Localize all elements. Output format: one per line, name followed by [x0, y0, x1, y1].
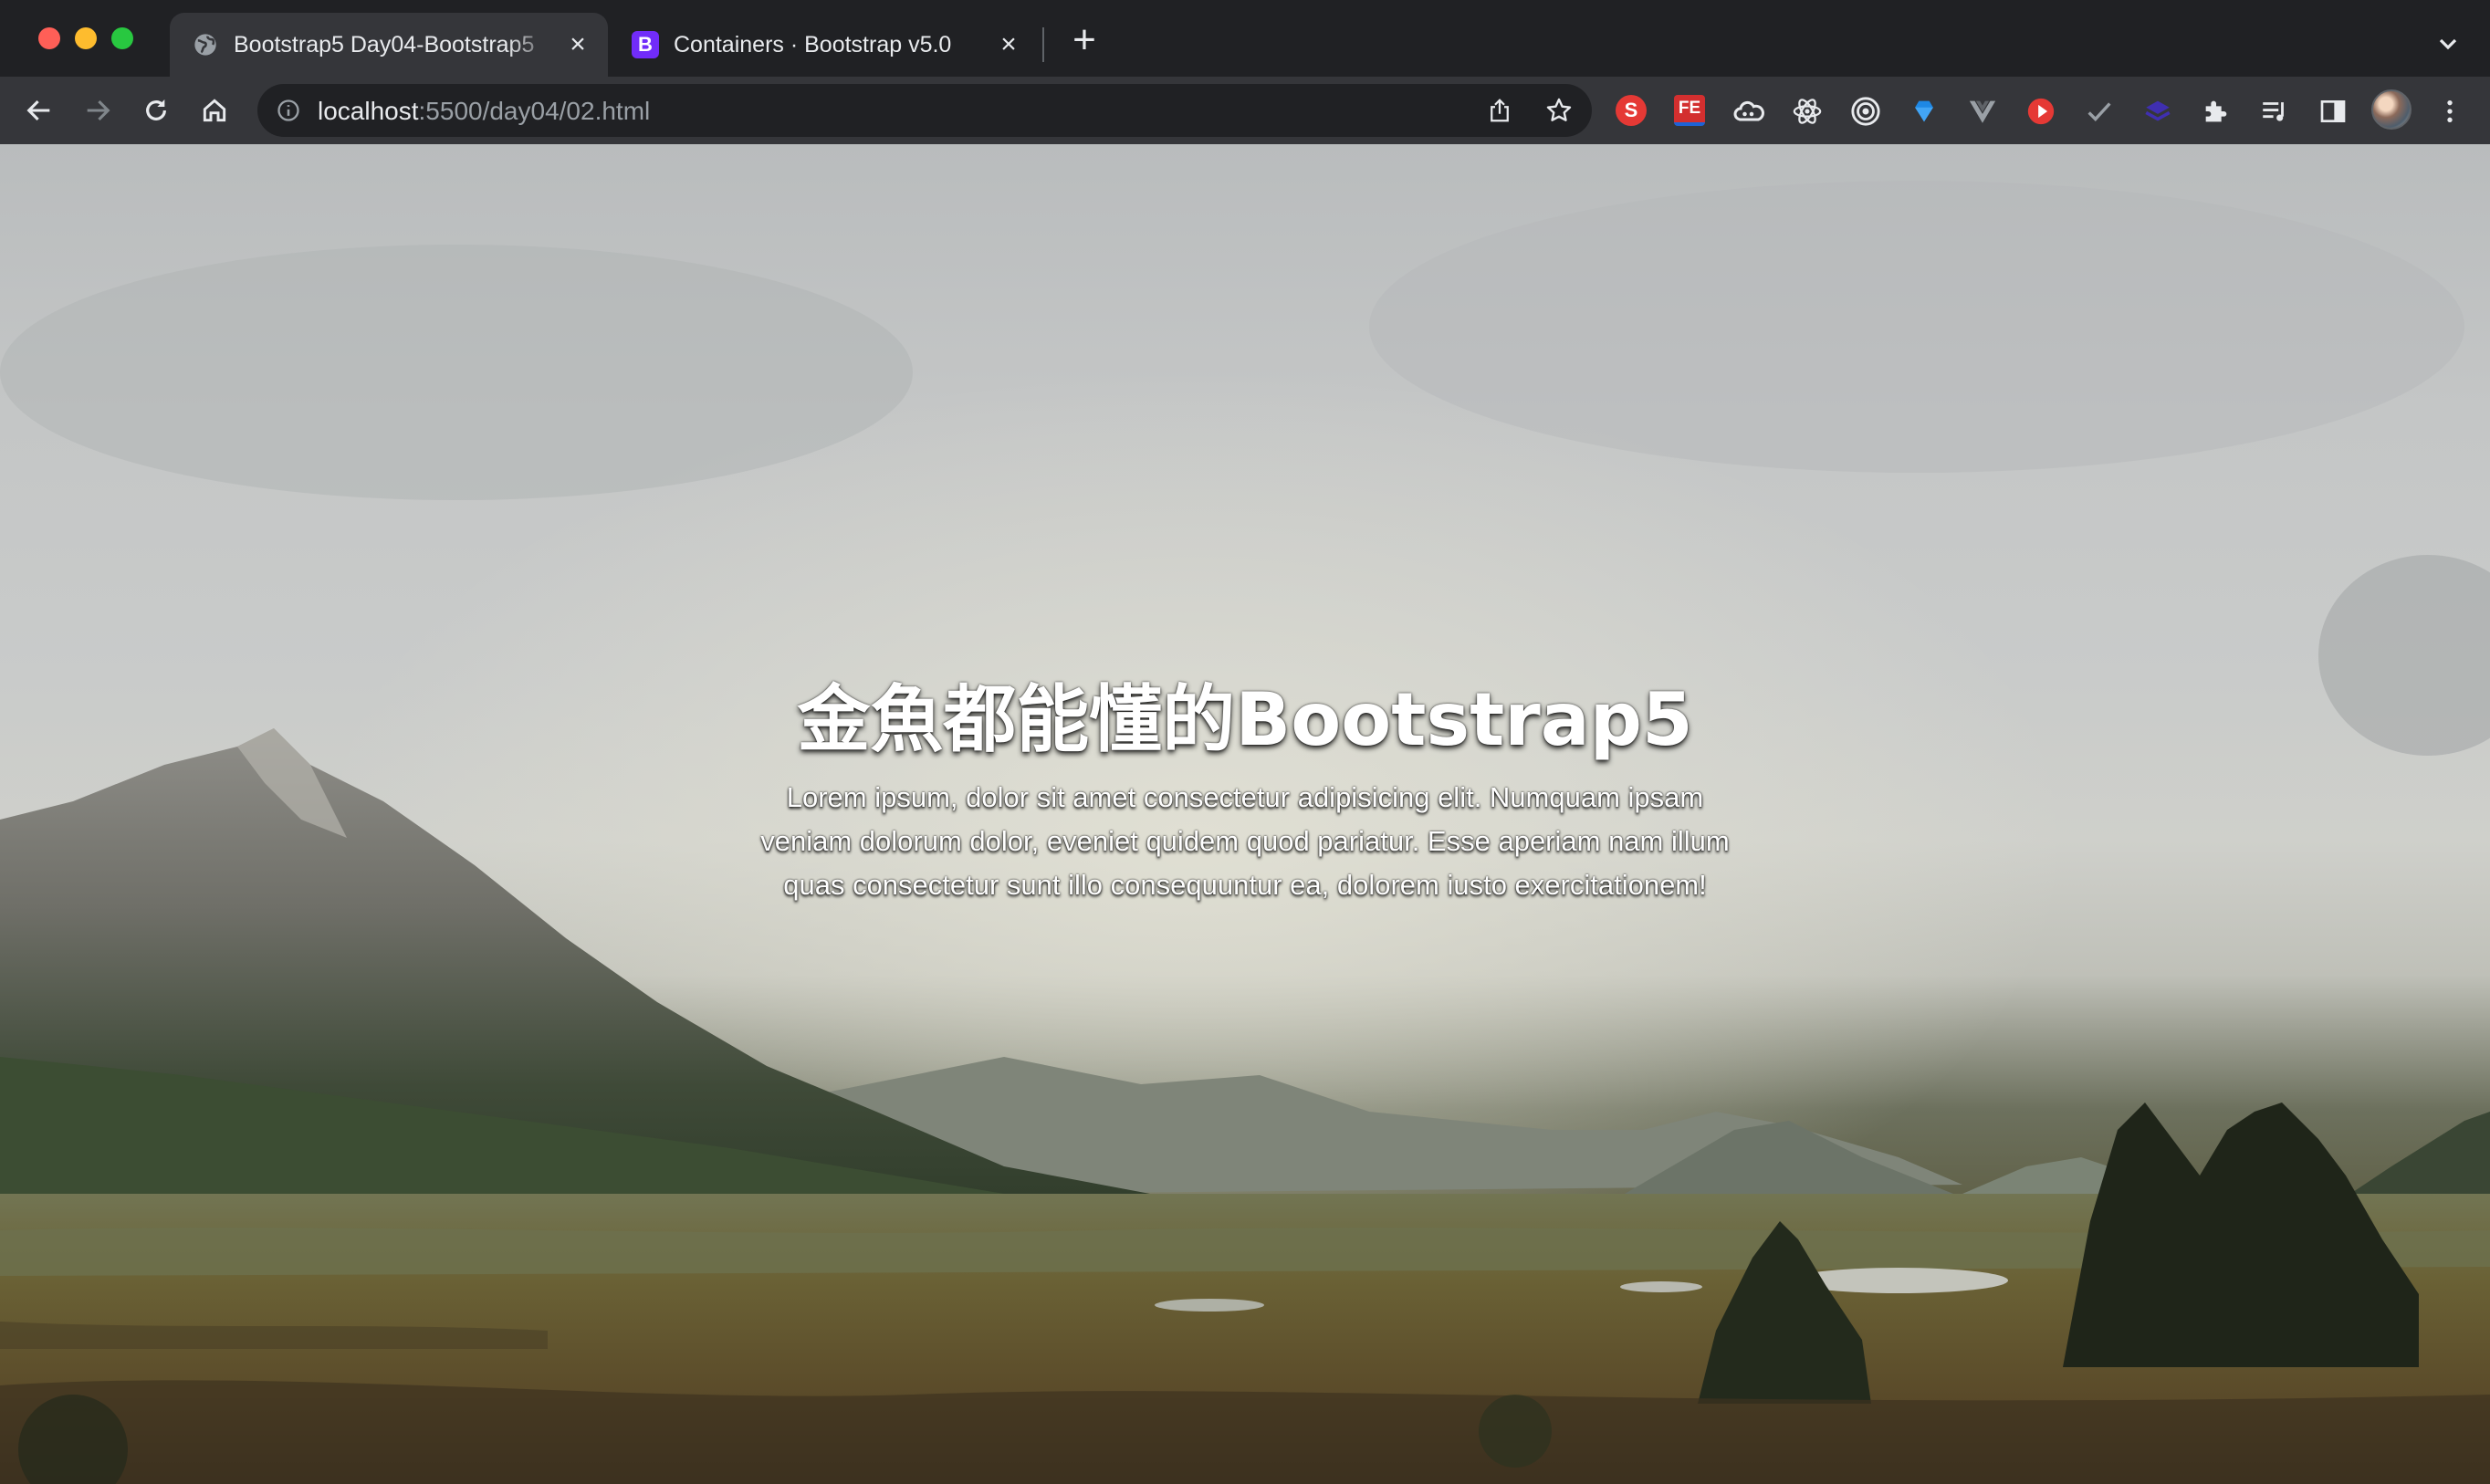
back-arrow-icon[interactable] — [22, 93, 57, 128]
url-text: localhost:5500/day04/02.html — [318, 97, 651, 125]
new-tab-button[interactable]: + — [1066, 20, 1103, 60]
bookmark-star-icon[interactable] — [1544, 96, 1574, 125]
tab-title: Containers · Bootstrap v5.0 — [674, 31, 952, 57]
tab-title: Bootstrap5 Day04-Bootstrap5 — [234, 31, 535, 57]
address-bar[interactable]: localhost:5500/day04/02.html — [257, 84, 1592, 137]
share-icon[interactable] — [1486, 97, 1513, 124]
home-icon[interactable] — [197, 93, 232, 128]
cloud-extension-icon[interactable] — [1732, 95, 1765, 128]
browser-toolbar: localhost:5500/day04/02.html S FE 5 — [0, 77, 2490, 212]
tab-strip: Bootstrap5 Day04-Bootstrap5 × B Containe… — [0, 0, 2490, 77]
puzzle-extensions-icon[interactable] — [2200, 95, 2233, 128]
chevron-down-icon[interactable] — [2433, 29, 2463, 58]
stack-extension-icon[interactable] — [2141, 95, 2174, 128]
info-icon[interactable] — [276, 98, 301, 123]
hero-paragraph: Lorem ipsum, dolor sit amet consectetur … — [760, 781, 1730, 901]
window-minimize-button[interactable] — [75, 27, 97, 49]
bootstrap-icon: B — [632, 31, 659, 58]
page-viewport: 金魚都能懂的Bootstrap5 Lorem ipsum, dolor sit … — [0, 144, 2490, 1484]
globe-icon — [192, 31, 219, 58]
fe-helper-icon[interactable]: FE — [1674, 95, 1705, 126]
side-panel-icon[interactable] — [2317, 95, 2349, 128]
window-zoom-button[interactable] — [111, 27, 133, 49]
play-extension-icon[interactable] — [2024, 95, 2057, 128]
tab-bootstrap5-day04[interactable]: Bootstrap5 Day04-Bootstrap5 × — [170, 13, 608, 77]
check-extension-icon[interactable] — [2083, 95, 2116, 128]
target-extension-icon[interactable] — [1849, 95, 1882, 128]
close-icon[interactable]: × — [995, 31, 1022, 58]
s-extension-icon[interactable]: S — [1616, 95, 1647, 126]
kebab-menu-icon[interactable] — [2433, 95, 2466, 128]
profile-avatar[interactable] — [2371, 89, 2412, 130]
tab-divider — [1042, 27, 1044, 62]
tab-containers-bootstrap[interactable]: B Containers · Bootstrap v5.0 × — [619, 13, 1039, 77]
hero-section: 金魚都能懂的Bootstrap5 Lorem ipsum, dolor sit … — [0, 144, 2490, 1484]
page-title: 金魚都能懂的Bootstrap5 — [797, 677, 1693, 762]
forward-arrow-icon[interactable] — [80, 93, 115, 128]
window-close-button[interactable] — [38, 27, 60, 49]
vue-devtools-icon[interactable] — [1966, 95, 1999, 128]
close-icon[interactable]: × — [564, 31, 591, 58]
gem-extension-icon[interactable] — [1908, 95, 1941, 128]
media-control-icon[interactable] — [2258, 95, 2291, 128]
react-devtools-icon[interactable] — [1791, 95, 1824, 128]
reload-icon[interactable] — [139, 93, 173, 128]
